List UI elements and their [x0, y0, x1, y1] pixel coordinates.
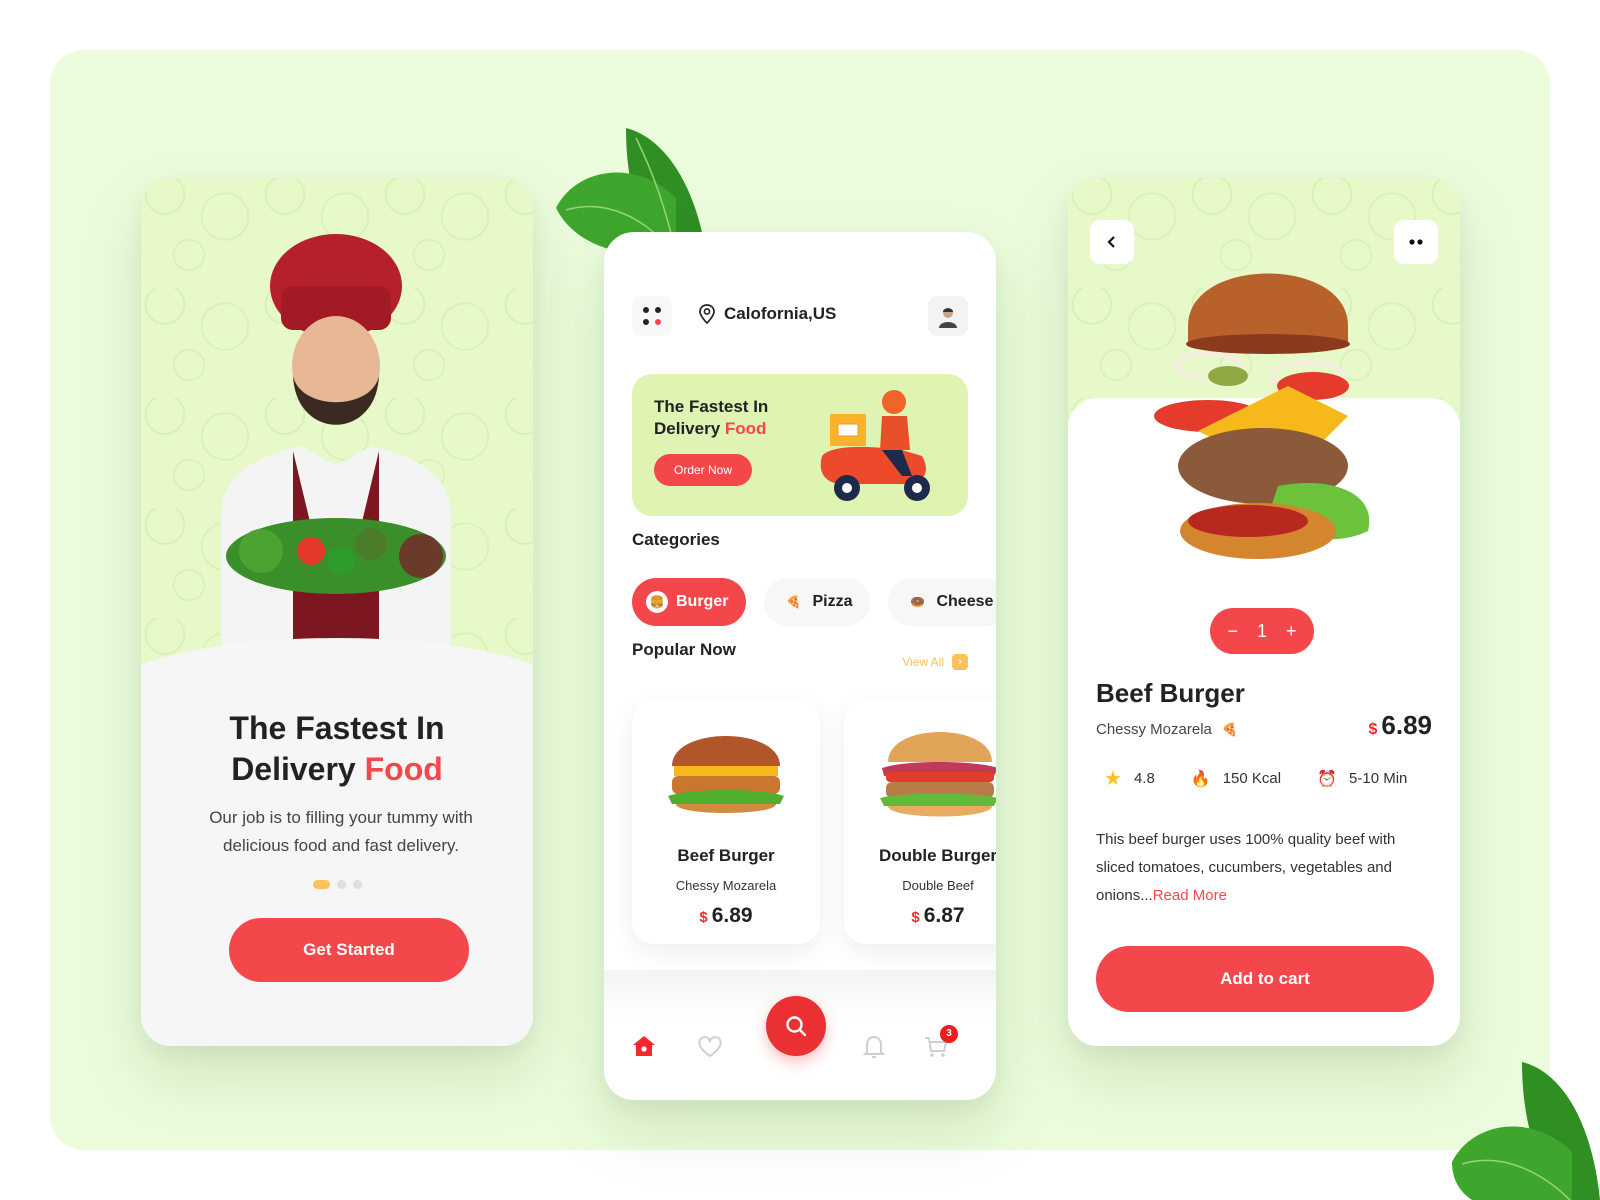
location-selector[interactable]: Calofornia,US: [698, 304, 836, 324]
back-button[interactable]: [1090, 220, 1134, 264]
home-screen: Calofornia,US The Fastest In Delivery Fo…: [604, 232, 996, 1100]
page-dot[interactable]: [336, 880, 346, 889]
category-chip-cheese[interactable]: 🍩 Cheese: [888, 578, 996, 626]
search-button[interactable]: [766, 996, 826, 1056]
donut-icon: 🍩: [909, 595, 925, 609]
order-now-button[interactable]: Order Now: [654, 454, 752, 486]
quantity-value: 1: [1256, 620, 1267, 641]
view-all-link[interactable]: View All ›: [902, 654, 968, 670]
leaf-decoration-bottom: [1452, 1062, 1600, 1200]
location-pin-icon: [699, 304, 715, 324]
pizza-icon: 🍕: [785, 595, 801, 609]
category-list: 🍔 Burger 🍕 Pizza 🍩 Cheese: [632, 578, 996, 626]
food-card[interactable]: Beef Burger Chessy Mozarela $6.89: [632, 700, 820, 944]
chevron-left-icon: [1107, 236, 1115, 248]
more-dots-icon: [1409, 239, 1423, 245]
exploded-burger-image: [1154, 273, 1370, 559]
cart-button[interactable]: 3: [922, 1025, 958, 1060]
promo-banner[interactable]: The Fastest In Delivery Food Order Now: [632, 374, 968, 516]
onboarding-title: The Fastest In Delivery Food: [229, 710, 445, 787]
calories-stat: 🔥 150 Kcal: [1190, 770, 1282, 788]
food-card[interactable]: Double Burger Double Beef $6.87: [844, 700, 996, 944]
menu-button[interactable]: [632, 296, 672, 336]
delivery-scooter-illustration: [820, 390, 930, 501]
food-price: $6.89: [699, 904, 753, 927]
food-price: $6.87: [911, 904, 965, 927]
quantity-stepper[interactable]: − 1 +: [1210, 608, 1314, 654]
add-to-cart-button[interactable]: Add to cart: [1096, 946, 1434, 1012]
onboarding-subtitle: Our job is to filling your tummy with de…: [209, 808, 473, 855]
fire-icon: 🔥: [1190, 770, 1211, 788]
product-price: $6.89: [1368, 710, 1432, 740]
heart-icon[interactable]: [696, 1032, 724, 1060]
read-more-link[interactable]: Read More: [1153, 887, 1227, 904]
popular-now-title: Popular Now: [632, 640, 736, 659]
page-dot[interactable]: [352, 880, 362, 889]
search-icon: [786, 1016, 807, 1037]
avatar[interactable]: [928, 296, 968, 336]
time-stat: ⏰ 5-10 Min: [1317, 770, 1408, 788]
star-icon: ★: [1104, 768, 1122, 790]
product-subtitle: Chessy Mozarela 🍕: [1096, 721, 1239, 738]
home-icon[interactable]: [630, 1032, 658, 1060]
bell-icon[interactable]: [860, 1032, 888, 1060]
page-dot-active[interactable]: [312, 880, 330, 889]
cart-badge: 3: [940, 1025, 958, 1043]
chevron-right-icon: ›: [952, 654, 968, 670]
minus-icon[interactable]: −: [1227, 621, 1238, 642]
product-detail-screen: − 1 + Beef Burger Chessy Mozarela 🍕 $6.8…: [1068, 178, 1460, 1046]
category-chip-burger[interactable]: 🍔 Burger: [632, 578, 747, 626]
get-started-button[interactable]: Get Started: [229, 918, 469, 982]
user-avatar-icon: [939, 308, 957, 328]
pizza-icon: 🍕: [1221, 721, 1239, 737]
page-indicator: [141, 880, 533, 889]
rating-stat: ★ 4.8: [1104, 768, 1155, 790]
bottom-nav: 3: [604, 970, 996, 1100]
chef-photo: [221, 234, 451, 646]
banner-title: The Fastest In Delivery Food: [654, 397, 769, 438]
plus-icon[interactable]: +: [1286, 621, 1297, 642]
product-name: Beef Burger: [1096, 678, 1245, 708]
alarm-clock-icon: ⏰: [1317, 770, 1338, 788]
product-stats: ★ 4.8 🔥 150 Kcal ⏰ 5-10 Min: [1104, 766, 1407, 791]
product-description: This beef burger uses 100% quality beef …: [1096, 831, 1396, 904]
double-burger-image: [880, 732, 996, 817]
category-chip-pizza[interactable]: 🍕 Pizza: [764, 578, 871, 626]
beef-burger-image: [668, 736, 784, 813]
onboarding-screen: The Fastest In Delivery Food Our job is …: [141, 178, 533, 1046]
categories-title: Categories: [632, 530, 720, 549]
more-options-button[interactable]: [1394, 220, 1438, 264]
burger-icon: 🍔: [646, 591, 668, 613]
